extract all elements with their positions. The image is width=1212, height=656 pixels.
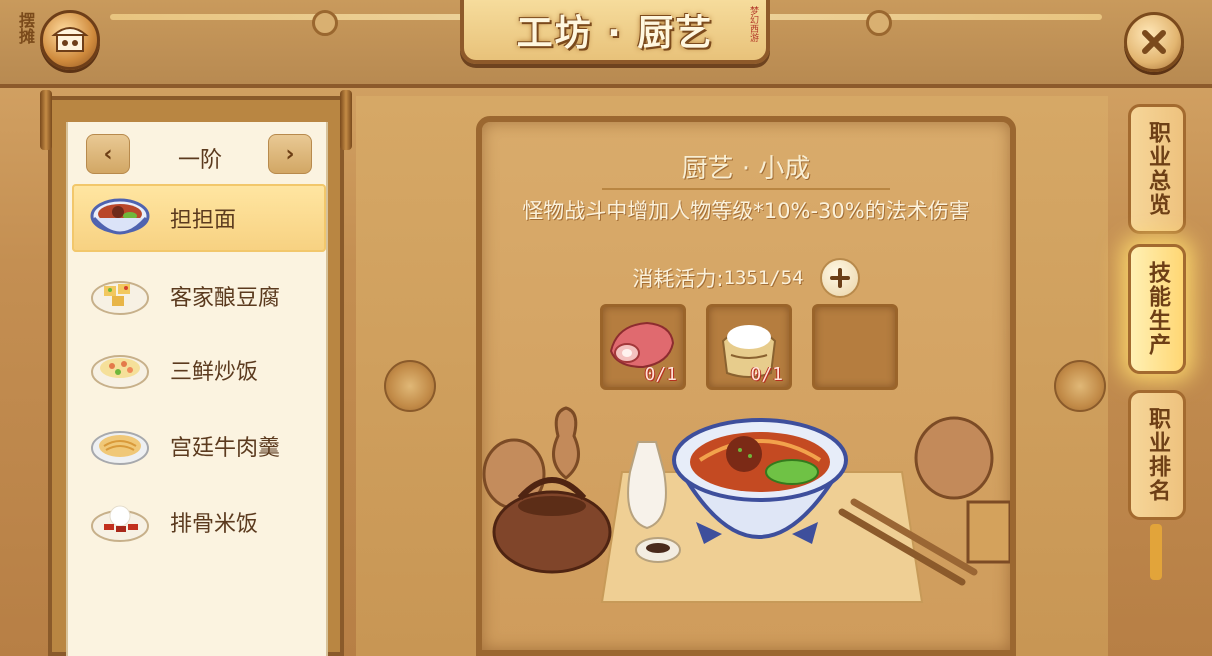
- divider: [602, 188, 890, 190]
- tier-next-button[interactable]: ›: [268, 134, 312, 174]
- tier-selector: ‹ 一阶 ›: [68, 130, 330, 178]
- stall-label: 摆摊: [16, 12, 35, 44]
- fried-rice-icon: [91, 355, 149, 389]
- recipe-item-beef-soup[interactable]: 宫廷牛肉羹: [72, 412, 326, 480]
- knob-ornament-icon: [384, 360, 436, 412]
- recipe-item-stuffed-tofu[interactable]: 客家酿豆腐: [72, 262, 326, 330]
- title-seal: 梦幻西游: [748, 6, 758, 42]
- recipe-item-fried-rice[interactable]: 三鲜炒饭: [72, 336, 326, 404]
- energy-cost-value: 1351/54: [723, 267, 804, 289]
- tab-label: 职业排名: [1145, 407, 1170, 503]
- kitchen-scene-illustration: [482, 406, 1010, 603]
- energy-cost-label: 消耗活力:: [632, 267, 724, 291]
- tier-prev-button[interactable]: ‹: [86, 134, 130, 174]
- ingredient-slot[interactable]: 0/1: [706, 304, 792, 390]
- rib-rice-icon: [91, 505, 149, 542]
- knob-ornament-icon: [1054, 360, 1106, 412]
- skill-title: 厨艺 · 小成: [681, 154, 811, 184]
- ingredient-slot[interactable]: 0/1: [600, 304, 686, 390]
- chevron-left-icon: ‹: [103, 141, 113, 167]
- spiral-ornament-icon: [866, 10, 892, 36]
- tab-label: 职业总览: [1145, 121, 1170, 217]
- recipe-item-label: 担担面: [170, 208, 237, 233]
- ingredient-count: 0/1: [750, 364, 783, 385]
- chevron-right-icon: ›: [285, 141, 295, 167]
- tassel-ornament: [1150, 524, 1162, 580]
- energy-cost-row: 消耗活力: 1351/54: [482, 258, 1010, 298]
- recipe-item-label: 排骨米饭: [170, 512, 259, 537]
- recipe-item-label: 客家酿豆腐: [170, 286, 281, 311]
- skill-description: 怪物战斗中增加人物等级*10%-30%的法术伤害: [522, 199, 970, 223]
- spiral-ornament-icon: [312, 10, 338, 36]
- page-title: 工坊 · 厨艺: [516, 13, 714, 54]
- scroll-rod-left: [40, 90, 52, 150]
- recipe-list: ‹ 一阶 › 担担面 客家酿豆腐 三鲜炒饭 宫廷牛肉羹 排骨米饭: [66, 122, 328, 656]
- title-plaque: 工坊 · 厨艺 梦幻西游: [460, 0, 770, 64]
- noodle-bowl-icon: [90, 198, 150, 235]
- close-icon: [1142, 30, 1166, 54]
- stall-shop-icon: [51, 27, 89, 52]
- tab-skill-production[interactable]: 技能生产: [1128, 244, 1186, 374]
- plus-icon: [829, 268, 850, 288]
- skill-panel: 厨艺 · 小成 怪物战斗中增加人物等级*10%-30%的法术伤害 消耗活力: 1…: [476, 116, 1016, 656]
- close-button[interactable]: [1124, 12, 1184, 72]
- tab-label: 技能生产: [1145, 261, 1170, 357]
- recipe-item-label: 宫廷牛肉羹: [170, 436, 281, 461]
- beef-soup-icon: [91, 431, 149, 465]
- recipe-item-dandan-noodles[interactable]: 担担面: [72, 184, 326, 252]
- tofu-dish-icon: [91, 281, 149, 315]
- tab-career-overview[interactable]: 职业总览: [1128, 104, 1186, 234]
- recipe-item-label: 三鲜炒饭: [170, 360, 259, 385]
- scroll-rod-right: [340, 90, 352, 150]
- recipe-item-rib-rice[interactable]: 排骨米饭: [72, 488, 326, 556]
- ingredient-slot-empty[interactable]: [812, 304, 898, 390]
- game-window: 摆摊 工坊 · 厨艺 梦幻西游 ‹ 一阶 › 担担面 客家酿豆腐 三鲜炒饭 宫廷…: [0, 0, 1212, 656]
- tab-career-ranking[interactable]: 职业排名: [1128, 390, 1186, 520]
- ingredient-count: 0/1: [644, 364, 677, 385]
- tier-label: 一阶: [177, 148, 222, 173]
- add-energy-button[interactable]: [819, 258, 860, 298]
- stall-button[interactable]: [40, 10, 100, 70]
